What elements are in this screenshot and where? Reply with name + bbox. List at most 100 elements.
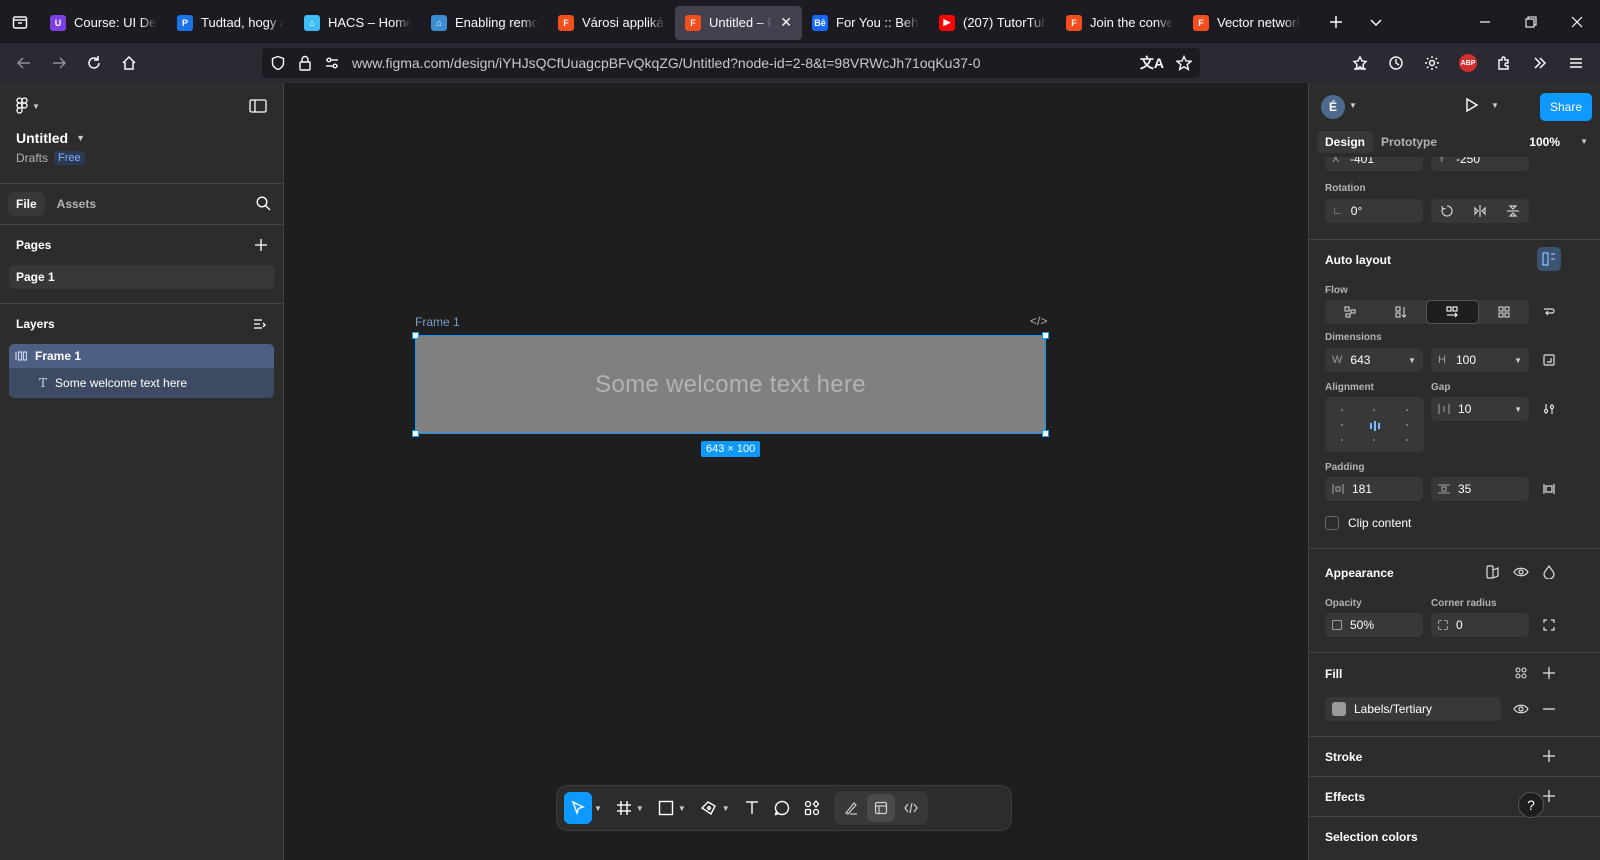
url-bar[interactable]: www.figma.com/design/iYHJsQCfUuagcpBFvQk… (262, 48, 1200, 78)
move-tool[interactable] (564, 792, 592, 824)
drafts-label[interactable]: Drafts (16, 151, 48, 165)
text-tool[interactable] (738, 792, 766, 824)
browser-tab[interactable]: F Untitled – Fig ✕ (675, 5, 802, 40)
adblock-icon[interactable]: ABP (1450, 47, 1486, 79)
browser-tab[interactable]: ⌂ HACS – Home A (294, 6, 421, 40)
fill-style-field[interactable]: Labels/Tertiary (1325, 697, 1501, 721)
y-position-field[interactable]: Y -250 (1431, 157, 1529, 171)
layer-item-text[interactable]: T Some welcome text here (9, 368, 274, 398)
corner-radius-field[interactable]: 0 (1431, 613, 1529, 637)
flip-vertical-icon[interactable] (1496, 199, 1529, 223)
share-button[interactable]: Share (1540, 93, 1592, 121)
translate-icon[interactable]: 文A (1140, 53, 1164, 73)
flow-horizontal-icon[interactable] (1426, 300, 1479, 324)
tab-prototype[interactable]: Prototype (1373, 131, 1445, 153)
design-mode-button[interactable] (866, 794, 895, 822)
chevron-down-icon[interactable]: ▼ (1580, 137, 1588, 146)
tab-design[interactable]: Design (1317, 131, 1374, 153)
help-button[interactable]: ? (1518, 792, 1544, 818)
avatar[interactable]: É (1321, 95, 1345, 119)
gap-field[interactable]: 10 ▼ (1431, 397, 1529, 421)
browser-tab[interactable]: F Városi applikáció (548, 6, 675, 40)
add-stroke-plus-icon[interactable] (1537, 744, 1561, 768)
frame-tool[interactable]: ▼ (610, 792, 650, 824)
close-tab-icon[interactable]: ✕ (780, 14, 792, 31)
hamburger-menu-icon[interactable] (1558, 47, 1594, 79)
page-item[interactable]: Page 1 (9, 265, 274, 289)
browser-tab[interactable]: ⌂ Enabling remote (421, 6, 548, 40)
individual-padding-icon[interactable] (1537, 477, 1561, 501)
resize-handle-bottom-left[interactable] (412, 430, 419, 437)
x-position-field[interactable]: X -401 (1325, 157, 1423, 171)
rotation-field[interactable]: ∟ 0° (1325, 199, 1423, 223)
styles-grid-icon[interactable] (1509, 661, 1533, 685)
minimize-icon[interactable] (1462, 0, 1508, 43)
flow-vertical-icon[interactable] (1376, 300, 1427, 324)
add-page-plus-icon[interactable] (255, 239, 267, 251)
independent-corners-icon[interactable] (1537, 613, 1561, 637)
welcome-text[interactable]: Some welcome text here (595, 371, 866, 399)
flow-grid-icon[interactable] (1479, 300, 1530, 324)
pocket-icon[interactable] (1342, 47, 1378, 79)
history-icon[interactable] (1378, 47, 1414, 79)
home-icon[interactable] (111, 47, 146, 79)
extensions-puzzle-icon[interactable] (1486, 47, 1522, 79)
clip-content-checkbox[interactable] (1325, 516, 1339, 530)
settings-gear-icon[interactable] (1414, 47, 1450, 79)
resize-handle-top-left[interactable] (412, 332, 419, 339)
browser-tab[interactable]: Bē For You :: Behan (802, 6, 929, 40)
list-all-tabs-icon[interactable] (1356, 0, 1396, 43)
fill-visibility-eye-icon[interactable] (1509, 697, 1533, 721)
dev-mode-button[interactable] (897, 794, 925, 822)
horizontal-padding-field[interactable]: 181 (1325, 477, 1423, 501)
file-name[interactable]: Untitled ▼ (16, 130, 85, 146)
search-icon[interactable] (256, 196, 271, 211)
back-icon[interactable] (6, 47, 41, 79)
alignment-grid[interactable] (1325, 397, 1424, 452)
wrap-icon[interactable] (1537, 300, 1561, 324)
vertical-padding-field[interactable]: 35 (1431, 477, 1529, 501)
chevron-down-icon[interactable]: ▼ (1349, 101, 1357, 110)
visibility-eye-icon[interactable] (1509, 560, 1533, 584)
layer-item-frame[interactable]: Frame 1 (9, 344, 274, 368)
advanced-layout-settings-icon[interactable] (1537, 397, 1561, 421)
figma-main-menu[interactable]: ▼ (16, 97, 40, 115)
clip-content-label[interactable]: Clip content (1348, 516, 1411, 530)
tab-assets[interactable]: Assets (49, 192, 104, 216)
chevron-down-icon[interactable]: ▼ (1491, 101, 1499, 110)
permissions-icon[interactable] (324, 55, 340, 71)
constrain-proportions-icon[interactable] (1537, 348, 1561, 372)
frame-label[interactable]: Frame 1 (415, 315, 460, 329)
zoom-level[interactable]: 100% (1529, 135, 1560, 149)
comment-tool[interactable] (768, 792, 796, 824)
url-text[interactable]: www.figma.com/design/iYHJsQCfUuagcpBFvQk… (352, 55, 1128, 71)
remove-fill-minus-icon[interactable] (1537, 697, 1561, 721)
rotate-90-icon[interactable] (1431, 199, 1464, 223)
flip-horizontal-icon[interactable] (1464, 199, 1497, 223)
browser-tab[interactable]: P Tudtad, hogy a V (167, 6, 294, 40)
lock-icon[interactable] (298, 55, 312, 71)
tab-file[interactable]: File (8, 192, 45, 216)
more-tools-chevrons-icon[interactable] (1522, 47, 1558, 79)
new-tab-icon[interactable] (1316, 0, 1356, 43)
flow-freeform-icon[interactable] (1325, 300, 1376, 324)
shape-tool[interactable]: ▼ (652, 792, 692, 824)
browser-tab[interactable]: F Join the convers (1056, 6, 1183, 40)
pen-tool[interactable]: ▼ (694, 792, 736, 824)
resize-handle-bottom-right[interactable] (1042, 430, 1049, 437)
resize-handle-top-right[interactable] (1042, 332, 1049, 339)
tracking-shield-icon[interactable] (270, 55, 286, 71)
bookmark-star-icon[interactable] (1176, 55, 1192, 71)
browser-tab[interactable]: U Course: UI Desig (40, 6, 167, 40)
forward-icon[interactable] (41, 47, 76, 79)
code-icon[interactable]: </> (1030, 314, 1047, 328)
auto-layout-toggle-icon[interactable] (1537, 247, 1561, 271)
design-canvas[interactable]: Frame 1 </> Some welcome text here 643 ×… (285, 83, 1308, 860)
browser-tab[interactable]: F Vector networks (1183, 6, 1310, 40)
restore-icon[interactable] (1508, 0, 1554, 43)
add-fill-plus-icon[interactable] (1537, 661, 1561, 685)
height-field[interactable]: H 100 ▼ (1431, 348, 1529, 372)
chevron-down-icon[interactable]: ▼ (594, 804, 602, 813)
close-window-icon[interactable] (1554, 0, 1600, 43)
width-field[interactable]: W 643 ▼ (1325, 348, 1423, 372)
